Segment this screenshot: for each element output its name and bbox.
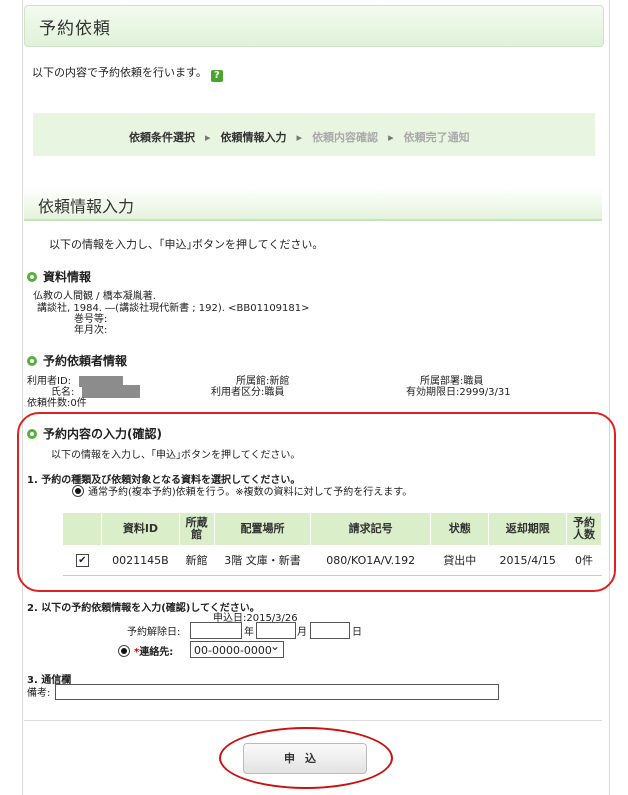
expiry-date: 有効期限日:2999/3/31 — [406, 387, 511, 398]
row-checkbox-cell[interactable]: ✔ — [63, 545, 102, 576]
col-location: 配置場所 — [214, 513, 312, 545]
day-label: 日 — [352, 627, 362, 638]
cancel-date-label: 予約解除日: — [127, 627, 181, 638]
name-redacted — [82, 385, 140, 398]
user-id-label: 利用者ID: — [27, 376, 72, 387]
user-type: 利用者区分:職員 — [211, 387, 285, 398]
bullet-icon — [27, 272, 37, 282]
cell-location: 3階 文庫・新書 — [214, 545, 311, 576]
cell-status: 貸出中 — [430, 545, 489, 576]
radio-selected-icon[interactable] — [118, 645, 130, 657]
table-header-row: 資料ID 所蔵館 配置場所 請求記号 状態 返却期限 予約人数 — [63, 513, 603, 545]
reserve-option[interactable]: 通常予約(複本予約)依頼を行う。※複数の資料に対して予約を行えます。 — [72, 483, 412, 498]
step-complete: 依頼完了通知 — [403, 131, 470, 144]
material-heading-label: 資料情報 — [43, 270, 92, 284]
step-info-input: 依頼情報入力 — [220, 131, 287, 144]
section-intro: 以下の情報を入力し、｢申込｣ボタンを押してください。 — [49, 238, 324, 251]
col-call-number: 請求記号 — [310, 513, 432, 545]
contact-row: *連絡先: — [118, 643, 173, 658]
col-status: 状態 — [430, 513, 490, 545]
col-library: 所蔵館 — [179, 513, 215, 545]
material-date: 年月次: — [74, 325, 108, 336]
reserve-option-label: 通常予約(複本予約)依頼を行う。※複数の資料に対して予約を行えます。 — [88, 487, 413, 498]
home-library: 所属館:新館 — [236, 376, 290, 387]
cancel-year-input[interactable] — [190, 622, 242, 639]
cancel-month-input[interactable] — [256, 622, 296, 639]
step-arrow-icon: ▸ — [296, 131, 303, 144]
material-heading: 資料情報 — [27, 268, 91, 285]
memo-label: 備考: — [27, 688, 51, 699]
requester-heading: 予約依頼者情報 — [27, 352, 127, 369]
col-select — [63, 513, 103, 545]
step-arrow-icon: ▸ — [388, 131, 394, 144]
name-label: 氏名: — [51, 387, 75, 398]
table-row: ✔ 0021145B 新館 3階 文庫・新書 080/KO1A/V.192 貸出… — [63, 545, 602, 576]
reserve-heading: 予約内容の入力(確認) — [27, 425, 162, 442]
intro-text: 以下の内容で予約依頼を行います。? — [32, 64, 223, 82]
col-reserve-count: 予約人数 — [566, 513, 603, 545]
requester-heading-label: 予約依頼者情報 — [43, 354, 128, 368]
month-label: 月 — [297, 627, 307, 638]
col-due-date: 返却期限 — [488, 513, 567, 545]
help-icon[interactable]: ? — [210, 70, 223, 82]
year-label: 年 — [244, 627, 254, 638]
contact-label: 連絡先: — [139, 647, 174, 658]
divider — [24, 720, 602, 721]
holdings-table: 資料ID 所蔵館 配置場所 請求記号 状態 返却期限 予約人数 ✔ 002114… — [63, 513, 603, 576]
highlight-ellipse — [219, 727, 393, 789]
col-material-id: 資料ID — [101, 513, 180, 545]
page-title-bar: 予約依頼 — [24, 5, 604, 47]
page-title: 予約依頼 — [39, 19, 111, 39]
radio-selected-icon[interactable] — [72, 485, 84, 497]
section-header: 依頼情報入力 — [24, 187, 602, 221]
section-title: 依頼情報入力 — [38, 197, 135, 216]
cell-due-date: 2015/4/15 — [488, 545, 567, 576]
step-arrow-icon: ▸ — [205, 131, 211, 144]
cell-library: 新館 — [179, 545, 215, 576]
cell-call-number: 080/KO1A/V.192 — [310, 545, 431, 576]
request-count: 依頼件数:0件 — [27, 398, 87, 409]
checkbox-checked-icon[interactable]: ✔ — [75, 554, 89, 567]
department: 所属部署:職員 — [420, 376, 484, 387]
intro-label: 以下の内容で予約依頼を行います。 — [32, 66, 207, 79]
bullet-icon — [27, 429, 37, 439]
cancel-day-input[interactable] — [310, 622, 350, 639]
reserve-intro: 以下の情報を入力し、｢申込｣ボタンを押してください。 — [51, 450, 301, 461]
material-volume: 巻号等: — [74, 314, 108, 325]
cell-material-id: 0021145B — [101, 545, 180, 576]
reserve-heading-label: 予約内容の入力(確認) — [43, 427, 162, 441]
material-title: 仏教の人間観 / 橋本凝胤著. — [33, 291, 156, 302]
progress-steps: 依頼条件選択 ▸ 依頼情報入力 ▸ 依頼内容確認 ▸ 依頼完了通知 — [33, 113, 595, 156]
bullet-icon — [27, 356, 37, 366]
memo-input[interactable] — [55, 684, 499, 700]
contact-select[interactable]: 00-0000-0000 — [190, 638, 284, 658]
cell-reserve-count: 0件 — [566, 545, 602, 576]
material-publisher: 講談社, 1984. ―(講談社現代新書 ; 192). <BB01109181… — [37, 303, 310, 314]
step-confirm: 依頼内容確認 — [312, 131, 379, 144]
step-condition-select: 依頼条件選択 — [129, 131, 195, 144]
